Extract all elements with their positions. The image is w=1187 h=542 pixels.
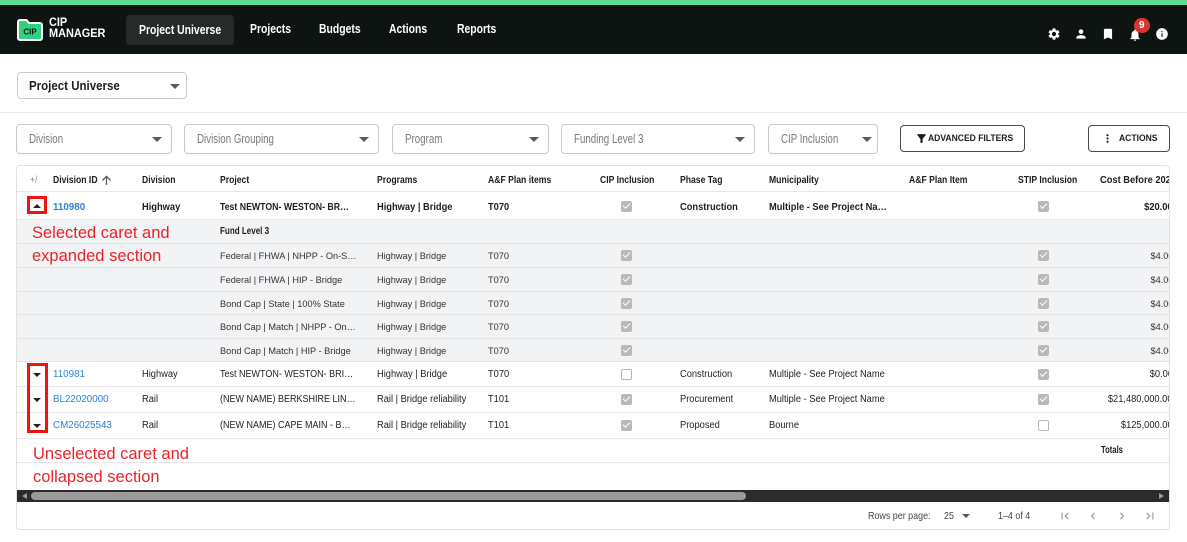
svg-text:CIP: CIP <box>23 27 37 36</box>
